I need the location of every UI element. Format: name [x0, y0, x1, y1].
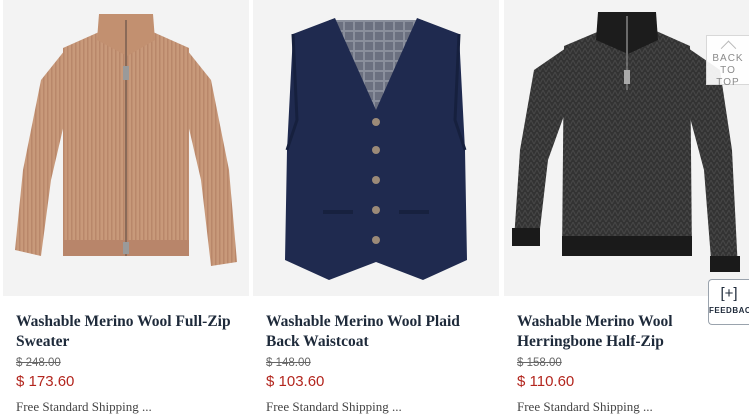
sale-price: $ 173.60: [16, 373, 75, 390]
product-grid: Washable Merino Wool Full-Zip Sweater $ …: [0, 0, 749, 418]
product-title[interactable]: Washable Merino Wool Full-Zip Sweater: [16, 312, 241, 352]
shipping-note[interactable]: Free Standard Shipping ...: [517, 399, 653, 415]
feedback-plus-icon: [+]: [720, 285, 738, 302]
product-title[interactable]: Washable Merino Wool Plaid Back Waistcoa…: [266, 312, 491, 352]
feedback-button[interactable]: [+] FEEDBACK: [708, 279, 749, 325]
product-image-plaid-back-waistcoat[interactable]: [253, 0, 499, 296]
product-card: Washable Merino Wool Plaid Back Waistcoa…: [253, 0, 501, 418]
back-to-top-button[interactable]: BACK TO TOP: [706, 35, 749, 88]
original-price: $ 148.00: [266, 357, 311, 369]
original-price: $ 158.00: [517, 357, 562, 369]
feedback-label: FEEDBACK: [709, 306, 749, 315]
product-image-full-zip-sweater[interactable]: [3, 0, 249, 296]
original-price: $ 248.00: [16, 357, 61, 369]
shipping-note[interactable]: Free Standard Shipping ...: [16, 399, 152, 415]
sale-price: $ 103.60: [266, 373, 325, 390]
sale-price: $ 110.60: [517, 373, 575, 390]
back-to-top-line2: TO TOP: [716, 65, 740, 88]
product-card: Washable Merino Wool Full-Zip Sweater $ …: [3, 0, 251, 418]
shipping-note[interactable]: Free Standard Shipping ...: [266, 399, 402, 415]
